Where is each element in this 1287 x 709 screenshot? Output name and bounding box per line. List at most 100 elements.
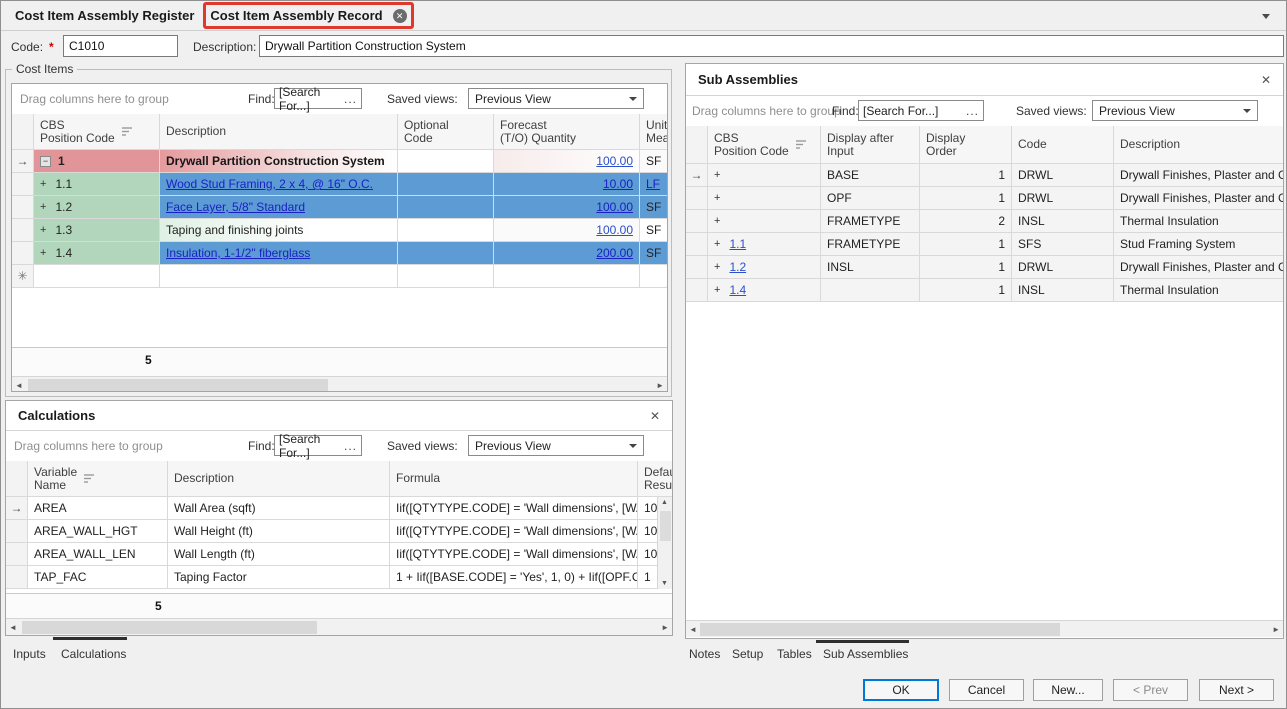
- column-header-display-after-input[interactable]: Display afterInput: [821, 126, 920, 163]
- tab-cost-item-assembly-register[interactable]: Cost Item Assembly Register: [15, 8, 194, 23]
- cbs-code-link[interactable]: 1.4: [729, 283, 746, 297]
- expand-icon[interactable]: +: [714, 238, 720, 250]
- saved-views-select[interactable]: Previous View: [1092, 100, 1258, 121]
- column-header-display-order[interactable]: DisplayOrder: [920, 126, 1012, 163]
- calculations-hscrollbar[interactable]: ◄ ►: [6, 618, 672, 635]
- cost-item-new-row[interactable]: ✳: [12, 265, 667, 288]
- column-header-default-result[interactable]: DefaultResult: [638, 461, 673, 496]
- optional-code-cell[interactable]: [398, 196, 494, 218]
- expand-icon[interactable]: +: [40, 178, 46, 190]
- tab-calculations[interactable]: Calculations: [61, 647, 126, 661]
- new-button[interactable]: New...: [1033, 679, 1103, 701]
- prev-button[interactable]: < Prev: [1113, 679, 1188, 701]
- column-header-description[interactable]: Description: [1114, 126, 1284, 163]
- saved-views-select[interactable]: Previous View: [468, 88, 644, 109]
- cost-item-description-link[interactable]: Insulation, 1-1/2" fiberglass: [166, 246, 310, 260]
- cost-item-row-1-4[interactable]: +1.4 Insulation, 1-1/2" fiberglass 200.0…: [12, 242, 667, 265]
- scrollbar-thumb[interactable]: [700, 623, 1060, 636]
- forecast-cell[interactable]: [494, 265, 640, 287]
- optional-code-cell[interactable]: [398, 265, 494, 287]
- search-input[interactable]: [Search For...] ...: [274, 435, 362, 456]
- close-icon[interactable]: ✕: [650, 409, 660, 423]
- uom-cell[interactable]: [640, 265, 668, 287]
- scroll-left-icon[interactable]: ◄: [9, 623, 17, 632]
- close-icon[interactable]: ✕: [1261, 73, 1271, 87]
- column-header-variable-name[interactable]: VariableName: [28, 461, 168, 496]
- column-header-forecast-quantity[interactable]: Forecast(T/O) Quantity: [494, 114, 640, 149]
- scroll-right-icon[interactable]: ►: [656, 381, 664, 390]
- expand-icon[interactable]: +: [714, 192, 720, 204]
- search-more-icon[interactable]: ...: [344, 439, 357, 453]
- scrollbar-thumb[interactable]: [660, 511, 671, 541]
- uom-link[interactable]: LF: [646, 177, 660, 191]
- scroll-right-icon[interactable]: ►: [1272, 625, 1280, 634]
- cost-item-row-1-1[interactable]: +1.1 Wood Stud Framing, 2 x 4, @ 16" O.C…: [12, 173, 667, 196]
- tab-cost-item-assembly-record[interactable]: Cost Item Assembly Record ✕: [203, 2, 414, 29]
- expand-icon[interactable]: +: [40, 247, 46, 259]
- tab-setup[interactable]: Setup: [732, 647, 763, 661]
- sub-assembly-row-base[interactable]: → + BASE 1 DRWL Drywall Finishes, Plaste…: [686, 164, 1283, 187]
- description-cell[interactable]: [160, 265, 398, 287]
- search-input[interactable]: [Search For...] ...: [274, 88, 362, 109]
- column-header-code[interactable]: Code: [1012, 126, 1114, 163]
- expand-icon[interactable]: +: [714, 169, 720, 181]
- sub-assemblies-hscrollbar[interactable]: ◄ ►: [686, 620, 1283, 637]
- tab-notes[interactable]: Notes: [689, 647, 720, 661]
- cost-item-row-1[interactable]: → −1 Drywall Partition Construction Syst…: [12, 150, 667, 173]
- cbs-code-link[interactable]: 1.2: [729, 260, 746, 274]
- cost-items-hscrollbar[interactable]: ◄ ►: [12, 376, 667, 392]
- forecast-quantity-link[interactable]: 100.00: [596, 154, 633, 168]
- column-header-optional-code[interactable]: OptionalCode: [398, 114, 494, 149]
- search-input[interactable]: [Search For...] ...: [858, 100, 984, 121]
- cancel-button[interactable]: Cancel: [949, 679, 1024, 701]
- expand-icon[interactable]: +: [714, 261, 720, 273]
- cbs-code-cell[interactable]: [34, 265, 160, 287]
- scrollbar-thumb[interactable]: [22, 621, 317, 634]
- calculation-row-tap-fac[interactable]: TAP_FAC Taping Factor 1 + Iif([BASE.CODE…: [6, 566, 672, 589]
- scrollbar-thumb[interactable]: [28, 379, 328, 392]
- scroll-left-icon[interactable]: ◄: [689, 625, 697, 634]
- sub-assembly-row-frametype[interactable]: + FRAMETYPE 2 INSL Thermal Insulation: [686, 210, 1283, 233]
- column-header-unit-of-measure[interactable]: Unit ofMeasure: [640, 114, 668, 149]
- column-header-formula[interactable]: Formula: [390, 461, 638, 496]
- tab-sub-assemblies[interactable]: Sub Assemblies: [823, 647, 908, 661]
- cost-item-description-link[interactable]: Wood Stud Framing, 2 x 4, @ 16" O.C.: [166, 177, 373, 191]
- column-header-cbs-position-code[interactable]: CBSPosition Code: [34, 114, 160, 149]
- collapse-icon[interactable]: −: [40, 156, 51, 167]
- optional-code-cell[interactable]: [398, 242, 494, 264]
- column-header-description[interactable]: Description: [168, 461, 390, 496]
- scroll-left-icon[interactable]: ◄: [15, 381, 23, 390]
- sub-assembly-row-1-1[interactable]: +1.1 FRAMETYPE 1 SFS Stud Framing System: [686, 233, 1283, 256]
- cost-item-row-1-3[interactable]: +1.3 Taping and finishing joints 100.00 …: [12, 219, 667, 242]
- calculations-vscrollbar[interactable]: ▲ ▼: [657, 497, 672, 589]
- calculation-row-area-wall-hgt[interactable]: AREA_WALL_HGT Wall Height (ft) Iif([QTYT…: [6, 520, 672, 543]
- column-header-description[interactable]: Description: [160, 114, 398, 149]
- expand-icon[interactable]: +: [714, 284, 720, 296]
- description-field[interactable]: [259, 35, 1284, 57]
- optional-code-cell[interactable]: [398, 173, 494, 195]
- forecast-quantity-link[interactable]: 100.00: [596, 200, 633, 214]
- optional-code-cell[interactable]: [398, 219, 494, 241]
- tab-tables[interactable]: Tables: [777, 647, 812, 661]
- expand-icon[interactable]: +: [40, 224, 46, 236]
- search-more-icon[interactable]: ...: [344, 92, 357, 106]
- scroll-up-icon[interactable]: ▲: [661, 499, 668, 506]
- calculation-row-area[interactable]: → AREA Wall Area (sqft) Iif([QTYTYPE.COD…: [6, 497, 672, 520]
- forecast-quantity-link[interactable]: 200.00: [596, 246, 633, 260]
- expand-icon[interactable]: +: [40, 201, 46, 213]
- expand-icon[interactable]: +: [714, 215, 720, 227]
- calculation-row-area-wall-len[interactable]: AREA_WALL_LEN Wall Length (ft) Iif([QTYT…: [6, 543, 672, 566]
- scroll-right-icon[interactable]: ►: [661, 623, 669, 632]
- cost-item-description-link[interactable]: Face Layer, 5/8" Standard: [166, 200, 305, 214]
- cbs-code-link[interactable]: 1.1: [729, 237, 746, 251]
- optional-code-cell[interactable]: [398, 150, 494, 172]
- next-button[interactable]: Next >: [1199, 679, 1274, 701]
- sub-assembly-row-1-2[interactable]: +1.2 INSL 1 DRWL Drywall Finishes, Plast…: [686, 256, 1283, 279]
- scroll-down-icon[interactable]: ▼: [661, 580, 668, 587]
- sub-assembly-row-1-4[interactable]: +1.4 1 INSL Thermal Insulation: [686, 279, 1283, 302]
- tab-overflow-caret-icon[interactable]: [1262, 14, 1270, 19]
- saved-views-select[interactable]: Previous View: [468, 435, 644, 456]
- tab-inputs[interactable]: Inputs: [13, 647, 46, 661]
- sub-assembly-row-opf[interactable]: + OPF 1 DRWL Drywall Finishes, Plaster a…: [686, 187, 1283, 210]
- code-field[interactable]: [63, 35, 178, 57]
